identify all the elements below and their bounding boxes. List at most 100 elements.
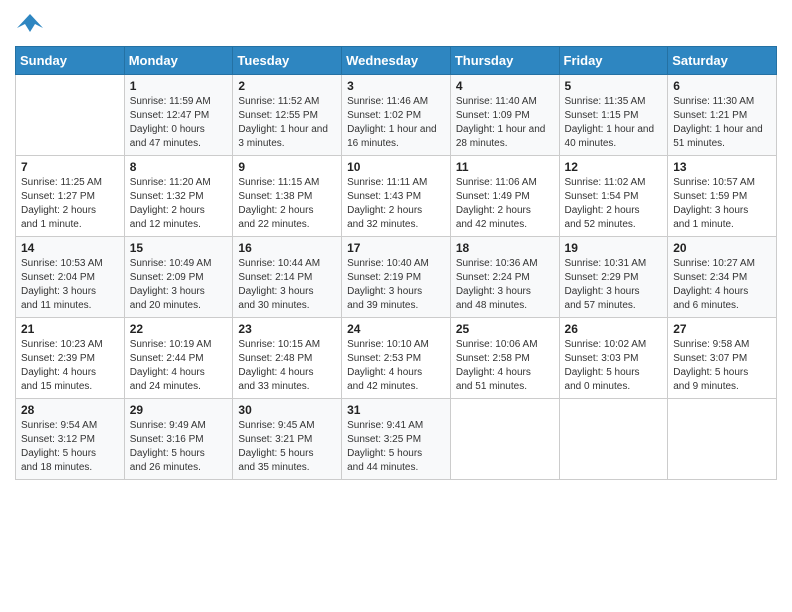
- day-number: 22: [130, 322, 228, 336]
- calendar-body: 1 Sunrise: 11:59 AM Sunset: 12:47 PM Dayl…: [16, 75, 777, 480]
- day-info: Sunrise: 9:45 AM Sunset: 3:21 PM Dayligh…: [238, 419, 336, 475]
- day-info: Sunrise: 10:23 AM Sunset: 2:39 PM Daylig…: [21, 338, 119, 394]
- calendar-cell: 6 Sunrise: 11:30 AM Sunset: 1:21 PM Dayli…: [668, 75, 777, 156]
- day-info: Sunrise: 11:59 AM Sunset: 12:47 PM Dayli…: [130, 95, 228, 151]
- day-info: Sunrise: 10:27 AM Sunset: 2:34 PM Daylig…: [673, 257, 771, 313]
- calendar-cell: 14 Sunrise: 10:53 AM Sunset: 2:04 PM Dayl…: [16, 237, 125, 318]
- calendar-cell: 17 Sunrise: 10:40 AM Sunset: 2:19 PM Dayl…: [342, 237, 451, 318]
- calendar-cell: 10Sunrise: 11:11 AM Sunset: 1:43 PM Dayl…: [342, 156, 451, 237]
- day-info: Sunrise: 11:15 AM Sunset: 1:38 PM Daylig…: [238, 176, 336, 232]
- day-info: Sunrise: 11:02 AM Sunset: 1:54 PM Daylig…: [565, 176, 663, 232]
- header-day: Sunday: [16, 47, 125, 75]
- calendar-cell: 28Sunrise: 9:54 AM Sunset: 3:12 PM Dayli…: [16, 399, 125, 480]
- calendar-cell: [668, 399, 777, 480]
- calendar-cell: 5 Sunrise: 11:35 AM Sunset: 1:15 PM Dayli…: [559, 75, 668, 156]
- calendar-week-row: 14 Sunrise: 10:53 AM Sunset: 2:04 PM Dayl…: [16, 237, 777, 318]
- day-number: 9: [238, 160, 336, 174]
- calendar-cell: 15Sunrise: 10:49 AM Sunset: 2:09 PM Dayl…: [124, 237, 233, 318]
- day-number: 14: [21, 241, 119, 255]
- day-number: 21: [21, 322, 119, 336]
- day-number: 23: [238, 322, 336, 336]
- day-number: 8: [130, 160, 228, 174]
- day-number: 7: [21, 160, 119, 174]
- day-info: Sunrise: 10:10 AM Sunset: 2:53 PM Daylig…: [347, 338, 445, 394]
- calendar-cell: 4 Sunrise: 11:40 AM Sunset: 1:09 PM Dayli…: [450, 75, 559, 156]
- day-number: 4: [456, 79, 554, 93]
- logo-icon: [15, 10, 45, 38]
- calendar-cell: 31 Sunrise: 9:41 AM Sunset: 3:25 PM Dayli…: [342, 399, 451, 480]
- day-number: 17: [347, 241, 445, 255]
- day-info: Sunrise: 10:57 AM Sunset: 1:59 PM Daylig…: [673, 176, 771, 232]
- calendar-cell: 16 Sunrise: 10:44 AM Sunset: 2:14 PM Dayl…: [233, 237, 342, 318]
- day-number: 18: [456, 241, 554, 255]
- day-info: Sunrise: 9:41 AM Sunset: 3:25 PM Dayligh…: [347, 419, 445, 475]
- day-info: Sunrise: 10:53 AM Sunset: 2:04 PM Daylig…: [21, 257, 119, 313]
- day-number: 1: [130, 79, 228, 93]
- calendar-cell: 11 Sunrise: 11:06 AM Sunset: 1:49 PM Dayl…: [450, 156, 559, 237]
- header-day: Tuesday: [233, 47, 342, 75]
- calendar-cell: 26Sunrise: 10:02 AM Sunset: 3:03 PM Dayl…: [559, 318, 668, 399]
- day-info: Sunrise: 10:31 AM Sunset: 2:29 PM Daylig…: [565, 257, 663, 313]
- calendar-cell: 29Sunrise: 9:49 AM Sunset: 3:16 PM Dayli…: [124, 399, 233, 480]
- day-info: Sunrise: 11:52 AM Sunset: 12:55 PM Dayli…: [238, 95, 336, 151]
- day-info: Sunrise: 11:40 AM Sunset: 1:09 PM Daylig…: [456, 95, 554, 151]
- calendar-cell: [16, 75, 125, 156]
- day-info: Sunrise: 11:11 AM Sunset: 1:43 PM Daylig…: [347, 176, 445, 232]
- day-info: Sunrise: 10:06 AM Sunset: 2:58 PM Daylig…: [456, 338, 554, 394]
- day-number: 13: [673, 160, 771, 174]
- calendar-cell: [450, 399, 559, 480]
- calendar-cell: 7 Sunrise: 11:25 AM Sunset: 1:27 PM Dayli…: [16, 156, 125, 237]
- day-number: 3: [347, 79, 445, 93]
- day-number: 12: [565, 160, 663, 174]
- header-row: SundayMondayTuesdayWednesdayThursdayFrid…: [16, 47, 777, 75]
- day-info: Sunrise: 11:35 AM Sunset: 1:15 PM Daylig…: [565, 95, 663, 151]
- header-day: Thursday: [450, 47, 559, 75]
- day-info: Sunrise: 10:40 AM Sunset: 2:19 PM Daylig…: [347, 257, 445, 313]
- calendar-cell: 19 Sunrise: 10:31 AM Sunset: 2:29 PM Dayl…: [559, 237, 668, 318]
- calendar-cell: 1 Sunrise: 11:59 AM Sunset: 12:47 PM Dayl…: [124, 75, 233, 156]
- day-number: 2: [238, 79, 336, 93]
- calendar-header: SundayMondayTuesdayWednesdayThursdayFrid…: [16, 47, 777, 75]
- calendar-cell: 20 Sunrise: 10:27 AM Sunset: 2:34 PM Dayl…: [668, 237, 777, 318]
- calendar-cell: 12 Sunrise: 11:02 AM Sunset: 1:54 PM Dayl…: [559, 156, 668, 237]
- day-number: 15: [130, 241, 228, 255]
- calendar-table: SundayMondayTuesdayWednesdayThursdayFrid…: [15, 46, 777, 480]
- calendar-cell: 24Sunrise: 10:10 AM Sunset: 2:53 PM Dayl…: [342, 318, 451, 399]
- calendar-cell: 9 Sunrise: 11:15 AM Sunset: 1:38 PM Dayli…: [233, 156, 342, 237]
- calendar-cell: 23 Sunrise: 10:15 AM Sunset: 2:48 PM Dayl…: [233, 318, 342, 399]
- day-info: Sunrise: 9:58 AM Sunset: 3:07 PM Dayligh…: [673, 338, 771, 394]
- calendar-week-row: 1 Sunrise: 11:59 AM Sunset: 12:47 PM Dayl…: [16, 75, 777, 156]
- calendar-cell: 18 Sunrise: 10:36 AM Sunset: 2:24 PM Dayl…: [450, 237, 559, 318]
- calendar-cell: 2 Sunrise: 11:52 AM Sunset: 12:55 PM Dayl…: [233, 75, 342, 156]
- calendar-cell: 30 Sunrise: 9:45 AM Sunset: 3:21 PM Dayli…: [233, 399, 342, 480]
- calendar-cell: 21 Sunrise: 10:23 AM Sunset: 2:39 PM Dayl…: [16, 318, 125, 399]
- day-info: Sunrise: 10:02 AM Sunset: 3:03 PM Daylig…: [565, 338, 663, 394]
- day-number: 6: [673, 79, 771, 93]
- day-info: Sunrise: 11:30 AM Sunset: 1:21 PM Daylig…: [673, 95, 771, 151]
- day-info: Sunrise: 10:19 AM Sunset: 2:44 PM Daylig…: [130, 338, 228, 394]
- calendar-cell: [559, 399, 668, 480]
- day-info: Sunrise: 11:25 AM Sunset: 1:27 PM Daylig…: [21, 176, 119, 232]
- calendar-week-row: 28Sunrise: 9:54 AM Sunset: 3:12 PM Dayli…: [16, 399, 777, 480]
- page-header: [15, 10, 777, 38]
- calendar-week-row: 7 Sunrise: 11:25 AM Sunset: 1:27 PM Dayli…: [16, 156, 777, 237]
- day-info: Sunrise: 10:44 AM Sunset: 2:14 PM Daylig…: [238, 257, 336, 313]
- calendar-cell: 13 Sunrise: 10:57 AM Sunset: 1:59 PM Dayl…: [668, 156, 777, 237]
- day-number: 27: [673, 322, 771, 336]
- day-info: Sunrise: 10:36 AM Sunset: 2:24 PM Daylig…: [456, 257, 554, 313]
- header-day: Monday: [124, 47, 233, 75]
- day-number: 19: [565, 241, 663, 255]
- day-number: 30: [238, 403, 336, 417]
- day-number: 31: [347, 403, 445, 417]
- day-number: 29: [130, 403, 228, 417]
- day-number: 16: [238, 241, 336, 255]
- day-number: 5: [565, 79, 663, 93]
- calendar-cell: 3Sunrise: 11:46 AM Sunset: 1:02 PM Dayli…: [342, 75, 451, 156]
- day-number: 20: [673, 241, 771, 255]
- day-info: Sunrise: 11:06 AM Sunset: 1:49 PM Daylig…: [456, 176, 554, 232]
- header-day: Friday: [559, 47, 668, 75]
- day-number: 11: [456, 160, 554, 174]
- day-info: Sunrise: 9:54 AM Sunset: 3:12 PM Dayligh…: [21, 419, 119, 475]
- day-number: 25: [456, 322, 554, 336]
- day-info: Sunrise: 10:15 AM Sunset: 2:48 PM Daylig…: [238, 338, 336, 394]
